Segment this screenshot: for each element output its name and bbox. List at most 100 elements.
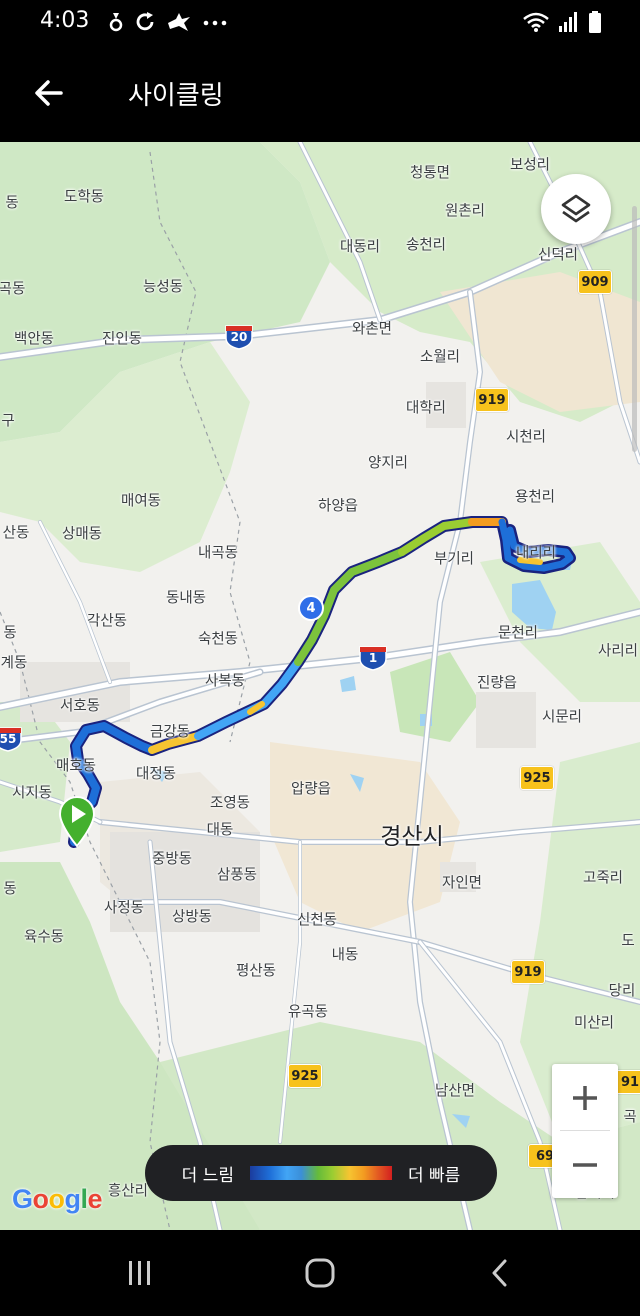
home-icon (305, 1258, 335, 1288)
highway-number: 55 (0, 732, 17, 746)
place-label: 내곡동 (197, 545, 239, 562)
place-label: 미산리 (573, 1015, 615, 1032)
zoom-controls (552, 1064, 618, 1198)
speed-legend: 더 느림 더 빠름 (145, 1145, 497, 1201)
place-label: 동 (3, 625, 17, 642)
place-label: 상매동 (61, 526, 103, 543)
place-label: 곡동 (0, 281, 26, 298)
road-shield: 919 (475, 388, 509, 412)
place-label: 평산동 (235, 963, 277, 980)
road-shield: 919 (511, 960, 545, 984)
home-button[interactable] (290, 1250, 350, 1296)
wifi-icon (523, 12, 549, 32)
place-label: 부기리 (433, 551, 475, 568)
status-time: 4:03 (40, 8, 90, 33)
logo-letter: o (48, 1184, 66, 1214)
logo-letter: e (87, 1184, 103, 1214)
place-label: 당리 (608, 983, 636, 1000)
road-shield: 925 (520, 766, 554, 790)
place-label: 산동 (2, 525, 30, 542)
place-label: 금강동 (149, 724, 191, 741)
logo-letter: g (64, 1184, 82, 1214)
place-label: 청통면 (409, 165, 451, 182)
zoom-in-button[interactable] (552, 1064, 618, 1131)
place-label: 원촌리 (444, 203, 486, 220)
map-view[interactable]: 경산시 보성리 청통면 원촌리 도학동 동 대동리 송천리 신덕리 곡동 능성동 와촌면 백안동 진인동… (0, 142, 640, 1230)
system-nav-bar (0, 1230, 640, 1316)
road-shield: 925 (288, 1064, 322, 1088)
place-label: 도 (621, 933, 635, 950)
place-label: 구 (1, 413, 15, 430)
place-label: 압량읍 (290, 781, 332, 798)
legend-fast-label: 더 빠름 (408, 1165, 461, 1186)
place-label: 곡 (623, 1109, 637, 1126)
place-label: 시지동 (11, 785, 53, 802)
place-label: 내리리 (515, 545, 557, 562)
place-label: 백안동 (13, 331, 55, 348)
place-label: 동 (3, 881, 17, 898)
city-label: 경산시 (380, 824, 444, 850)
layers-button[interactable] (541, 174, 611, 244)
place-label: 중방동 (151, 851, 193, 868)
highway-shield: 20 (224, 324, 254, 350)
refresh-icon (136, 12, 154, 31)
place-label: 내동 (331, 947, 359, 964)
place-label: 신천동 (296, 912, 338, 929)
status-bar: 4:03 (0, 0, 640, 44)
start-marker-icon[interactable] (58, 796, 96, 848)
place-label: 조영동 (209, 795, 251, 812)
highway-shield: 1 (358, 645, 388, 671)
sync-icon (109, 13, 123, 32)
place-label: 각산동 (86, 613, 128, 630)
place-label: 양지리 (367, 455, 409, 472)
app-bar: 사이클링 (0, 44, 640, 142)
back-button[interactable] (26, 70, 72, 116)
place-label: 남산면 (434, 1083, 476, 1100)
place-label: 동 (5, 195, 19, 212)
arrow-left-icon (35, 80, 63, 106)
place-label: 송천리 (405, 237, 447, 254)
system-back-button[interactable] (470, 1250, 530, 1296)
logo-letter: l (80, 1184, 89, 1214)
recent-apps-button[interactable] (110, 1250, 170, 1296)
map-scrollbar[interactable] (632, 206, 637, 452)
place-label: 매여동 (120, 493, 162, 510)
place-label: 서호동 (59, 698, 101, 715)
place-label: 매호동 (55, 758, 97, 775)
place-label: 사복동 (204, 673, 246, 690)
place-label: 숙천동 (197, 631, 239, 648)
place-label: 보성리 (509, 157, 551, 174)
route-4-badge: 4 (298, 595, 324, 621)
place-label: 삼풍동 (216, 867, 258, 884)
place-label: 대정동 (135, 766, 177, 783)
place-label: 육수동 (23, 929, 65, 946)
chevron-left-icon (492, 1259, 507, 1287)
place-label: 사리리 (597, 643, 639, 660)
place-label: 진인동 (101, 331, 143, 348)
status-system-icons (522, 10, 602, 34)
place-label: 시천리 (505, 429, 547, 446)
google-logo: Google (12, 1184, 103, 1215)
place-label: 상방동 (171, 909, 213, 926)
place-label: 능성동 (142, 279, 184, 296)
place-label: 문천리 (497, 625, 539, 642)
signal-icon (559, 12, 577, 32)
place-label: 대동리 (339, 239, 381, 256)
place-label: 와촌면 (351, 321, 393, 338)
logo-letter: G (12, 1184, 33, 1214)
place-label: 시문리 (541, 709, 583, 726)
minus-icon (573, 1162, 597, 1167)
place-label: 흥산리 (107, 1183, 149, 1200)
place-label: 자인면 (441, 875, 483, 892)
place-label: 대동 (206, 822, 234, 839)
legend-gradient-bar (250, 1166, 392, 1180)
road-shield: 909 (578, 270, 612, 294)
place-label: 대학리 (405, 400, 447, 417)
place-label: 계동 (0, 655, 28, 672)
status-notification-icons (108, 10, 228, 34)
place-label: 용천리 (514, 489, 556, 506)
place-label: 신덕리 (537, 247, 579, 264)
recent-apps-icon (129, 1261, 150, 1285)
highway-shield: 55 (0, 726, 23, 752)
zoom-out-button[interactable] (552, 1131, 618, 1198)
